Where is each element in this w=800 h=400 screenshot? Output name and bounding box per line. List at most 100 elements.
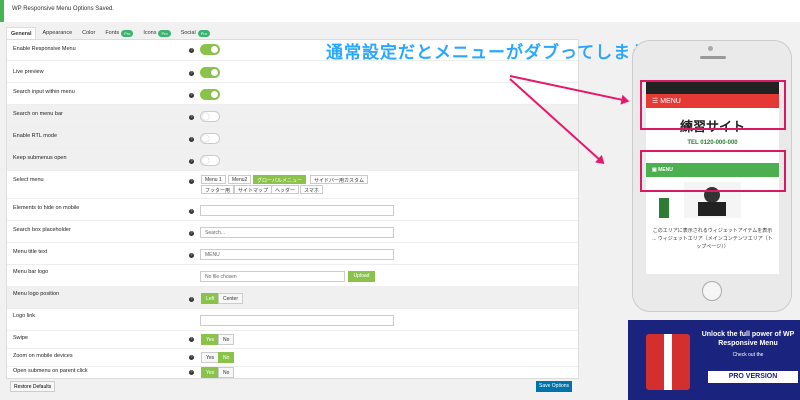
restore-defaults-button[interactable]: Restore Defaults bbox=[10, 381, 56, 392]
setting-label: Zoom on mobile devices bbox=[13, 353, 73, 359]
setting-row: Swipe ? Yes No bbox=[7, 331, 578, 349]
menu-option[interactable]: ヘッダー bbox=[271, 185, 300, 194]
setting-row: Keep submenus open ? bbox=[7, 149, 578, 171]
menu-title-input[interactable]: MENU bbox=[200, 249, 394, 260]
menu-option[interactable]: スマホ bbox=[300, 185, 323, 194]
help-icon[interactable]: ? bbox=[189, 48, 194, 53]
tab-label: General bbox=[11, 30, 32, 37]
logo-left-button[interactable]: Left bbox=[201, 293, 220, 304]
help-icon[interactable]: ? bbox=[189, 159, 194, 164]
tab-fonts[interactable]: Fonts Pro bbox=[101, 27, 137, 39]
search-placeholder-input[interactable]: Search... bbox=[200, 227, 394, 238]
help-icon[interactable]: ? bbox=[189, 253, 194, 258]
help-icon[interactable]: ? bbox=[189, 231, 194, 236]
site-phone: TEL 0120-000-000 bbox=[687, 140, 738, 146]
help-icon[interactable]: ? bbox=[189, 297, 194, 302]
help-icon[interactable]: ? bbox=[189, 115, 194, 120]
tab-color[interactable]: Color bbox=[78, 27, 99, 39]
logo-link-input[interactable] bbox=[200, 315, 394, 326]
phone-speaker bbox=[700, 56, 726, 59]
tab-label: Appearance bbox=[42, 30, 73, 36]
menu-option[interactable]: サイドバー用カスタム bbox=[310, 175, 369, 184]
setting-row: Zoom on mobile devices ? Yes No bbox=[7, 349, 578, 367]
setting-row: Select menu ? Menu 1 Menu2 グローバルメニュー サイド… bbox=[7, 171, 578, 199]
pro-promo-banner[interactable]: Unlock the full power of WP Responsive M… bbox=[628, 320, 800, 400]
help-icon[interactable]: ? bbox=[189, 179, 194, 184]
tab-icons[interactable]: Icons Pro bbox=[139, 27, 174, 39]
setting-row: Menu logo position ? Left Center bbox=[7, 287, 578, 309]
submenu-yes-button[interactable]: Yes bbox=[201, 367, 220, 378]
swipe-no-button[interactable]: No bbox=[218, 334, 235, 345]
tab-appearance[interactable]: Appearance bbox=[38, 27, 76, 39]
help-icon[interactable]: ? bbox=[189, 93, 194, 98]
gift-icon bbox=[646, 334, 690, 390]
rtl-toggle[interactable] bbox=[200, 133, 220, 144]
search-bar-toggle[interactable] bbox=[200, 111, 220, 122]
promo-subtitle: Check out the bbox=[732, 352, 764, 358]
tab-label: Fonts bbox=[105, 30, 120, 36]
search-input-toggle[interactable] bbox=[200, 89, 220, 100]
help-icon[interactable]: ? bbox=[189, 355, 194, 360]
setting-label: Logo link bbox=[13, 313, 36, 319]
zoom-yes-button[interactable]: Yes bbox=[201, 352, 220, 363]
setting-row: Menu title text ? MENU bbox=[7, 243, 578, 265]
zoom-no-button[interactable]: No bbox=[218, 352, 235, 363]
notice-text: WP Responsive Menu Options Saved. bbox=[12, 6, 114, 12]
setting-row: Open submenu on parent click ? Yes No bbox=[7, 367, 578, 380]
tab-general[interactable]: General bbox=[6, 27, 37, 39]
menu-option[interactable]: Menu 1 bbox=[201, 175, 226, 184]
setting-label: Live preview bbox=[13, 69, 44, 75]
setting-label: Menu logo position bbox=[13, 291, 60, 297]
upload-button[interactable]: Upload bbox=[348, 271, 375, 282]
save-options-button[interactable]: Save Options bbox=[536, 381, 572, 392]
annotation-text: 通常設定だとメニューがダブってしまう！ bbox=[326, 43, 668, 62]
pro-badge: Pro bbox=[158, 29, 171, 37]
logo-center-button[interactable]: Center bbox=[218, 293, 244, 304]
promo-title: Unlock the full power of WP Responsive M… bbox=[701, 331, 795, 347]
help-icon[interactable]: ? bbox=[189, 337, 194, 342]
help-icon[interactable]: ? bbox=[189, 209, 194, 214]
setting-row: Menu bar logo No file chosen Upload bbox=[7, 265, 578, 287]
setting-row: Search box placeholder ? Search... bbox=[7, 221, 578, 243]
pro-badge: Pro bbox=[197, 29, 210, 37]
tab-label: Color bbox=[82, 30, 96, 36]
setting-label: Swipe bbox=[13, 335, 28, 341]
setting-label: Search box placeholder bbox=[13, 227, 71, 233]
setting-label: Select menu bbox=[13, 177, 44, 183]
tab-label: Icons bbox=[143, 30, 157, 36]
setting-row: Elements to hide on mobile ? bbox=[7, 199, 578, 221]
pro-version-label: PRO VERSION bbox=[708, 371, 798, 383]
setting-label: Elements to hide on mobile bbox=[13, 205, 80, 211]
setting-row: Enable RTL mode ? bbox=[7, 127, 578, 149]
hide-elements-input[interactable] bbox=[200, 205, 394, 216]
setting-label: Menu title text bbox=[13, 249, 48, 255]
setting-row: Live preview ? bbox=[7, 61, 578, 83]
live-preview-toggle[interactable] bbox=[200, 67, 220, 78]
menu-option[interactable]: フッター用 bbox=[201, 185, 235, 194]
site-widget-text: このエリアに表示されるウィジェットアイテムを表示 ... ウィジェットエリア（メ… bbox=[652, 228, 773, 250]
enable-menu-toggle[interactable] bbox=[200, 44, 220, 55]
help-icon[interactable]: ? bbox=[189, 137, 194, 142]
settings-tabs: General Appearance Color Fonts Pro Icons P… bbox=[6, 27, 214, 39]
setting-label: Menu bar logo bbox=[13, 269, 49, 275]
phone-home-button bbox=[702, 281, 722, 301]
phone-camera bbox=[708, 46, 713, 51]
highlight-box-1 bbox=[640, 80, 786, 130]
keep-submenus-toggle[interactable] bbox=[200, 155, 220, 166]
menu-option[interactable]: Menu2 bbox=[228, 175, 252, 184]
saved-notice: WP Responsive Menu Options Saved. bbox=[0, 0, 800, 22]
setting-label: Search input within menu bbox=[13, 89, 75, 95]
tab-label: Social bbox=[180, 30, 196, 36]
setting-row: Logo link bbox=[7, 309, 578, 331]
logo-file-input[interactable]: No file chosen bbox=[200, 271, 345, 282]
pro-badge: Pro bbox=[121, 29, 134, 37]
menu-option-selected[interactable]: グローバルメニュー bbox=[253, 175, 306, 184]
swipe-yes-button[interactable]: Yes bbox=[201, 334, 220, 345]
help-icon[interactable]: ? bbox=[189, 71, 194, 76]
submenu-no-button[interactable]: No bbox=[218, 367, 235, 378]
tab-social[interactable]: Social Pro bbox=[177, 27, 214, 39]
setting-row: Search input within menu ? bbox=[7, 83, 578, 105]
setting-label: Enable RTL mode bbox=[13, 133, 58, 139]
help-icon[interactable]: ? bbox=[189, 370, 194, 375]
menu-option[interactable]: サイトマップ bbox=[234, 185, 273, 194]
